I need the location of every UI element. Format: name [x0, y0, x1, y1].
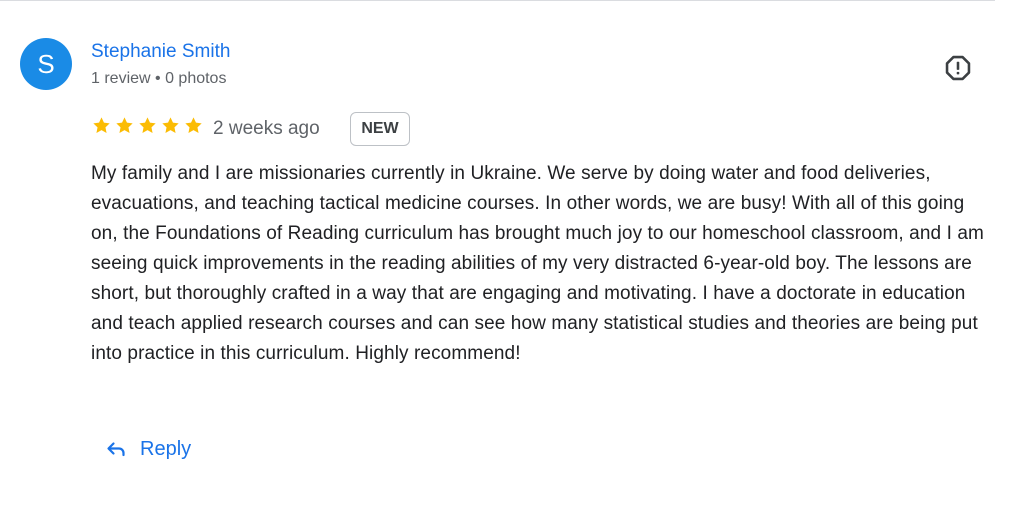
star-icon [93, 117, 110, 133]
reviewer-meta: 1 review • 0 photos [91, 70, 227, 87]
new-badge: NEW [350, 112, 410, 146]
report-button[interactable] [943, 53, 973, 83]
reviewer-name[interactable]: Stephanie Smith [91, 41, 230, 63]
report-icon [945, 55, 971, 81]
star-icon [185, 117, 202, 133]
review-card: S Stephanie Smith 1 review • 0 photos 2 … [0, 0, 1024, 511]
star-icon [116, 117, 133, 133]
star-icon [139, 117, 156, 133]
reply-arrow-icon [107, 442, 125, 457]
reply-label: Reply [140, 437, 192, 460]
review-text: My family and I are missionaries current… [91, 163, 984, 364]
reply-button[interactable]: Reply [104, 437, 191, 461]
star-rating [92, 116, 203, 135]
review-time: 2 weeks ago [213, 118, 320, 139]
star-icon [162, 117, 179, 133]
avatar[interactable]: S [20, 38, 72, 90]
